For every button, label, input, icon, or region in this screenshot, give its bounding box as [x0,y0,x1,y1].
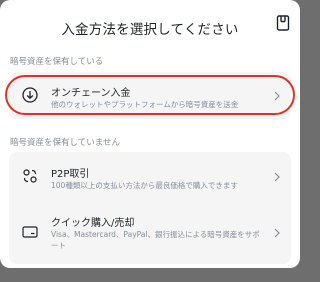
option-description: 100種類以上の支払い方法から最良価格で購入できます [51,181,238,190]
chevron-right-icon [274,228,280,238]
section-card-no-crypto: P2P取引 100種類以上の支払い方法から最良価格で購入できます クイック購入/… [9,152,291,264]
section-label-have-crypto: 暗号資産を保有している [10,57,104,67]
sheet-title: 入金方法を選択してください [61,22,239,38]
option-description: Visa、Mastercard、PayPal、銀行振込による暗号資産をサポート [51,230,260,250]
backdrop-bottom [0,268,300,282]
card-icon [22,226,38,238]
document-icon[interactable] [276,15,290,31]
chevron-right-icon [274,172,280,182]
highlight-annotation [5,75,295,115]
option-title: クイック購入/売却 [51,218,135,229]
sheet-header: 入金方法を選択してください [0,0,300,44]
option-p2p[interactable]: P2P取引 100種類以上の支払い方法から最良価格で購入できます [9,152,291,200]
option-quick-buy-sell[interactable]: クイック購入/売却 Visa、Mastercard、PayPal、銀行振込による… [9,202,291,264]
p2p-exchange-icon [23,169,37,183]
deposit-method-sheet: 入金方法を選択してください 暗号資産を保有している オンチェーン入金 他のウォレ… [0,0,300,268]
section-label-no-crypto: 暗号資産を保有していません [10,138,120,148]
option-title: P2P取引 [51,169,90,180]
